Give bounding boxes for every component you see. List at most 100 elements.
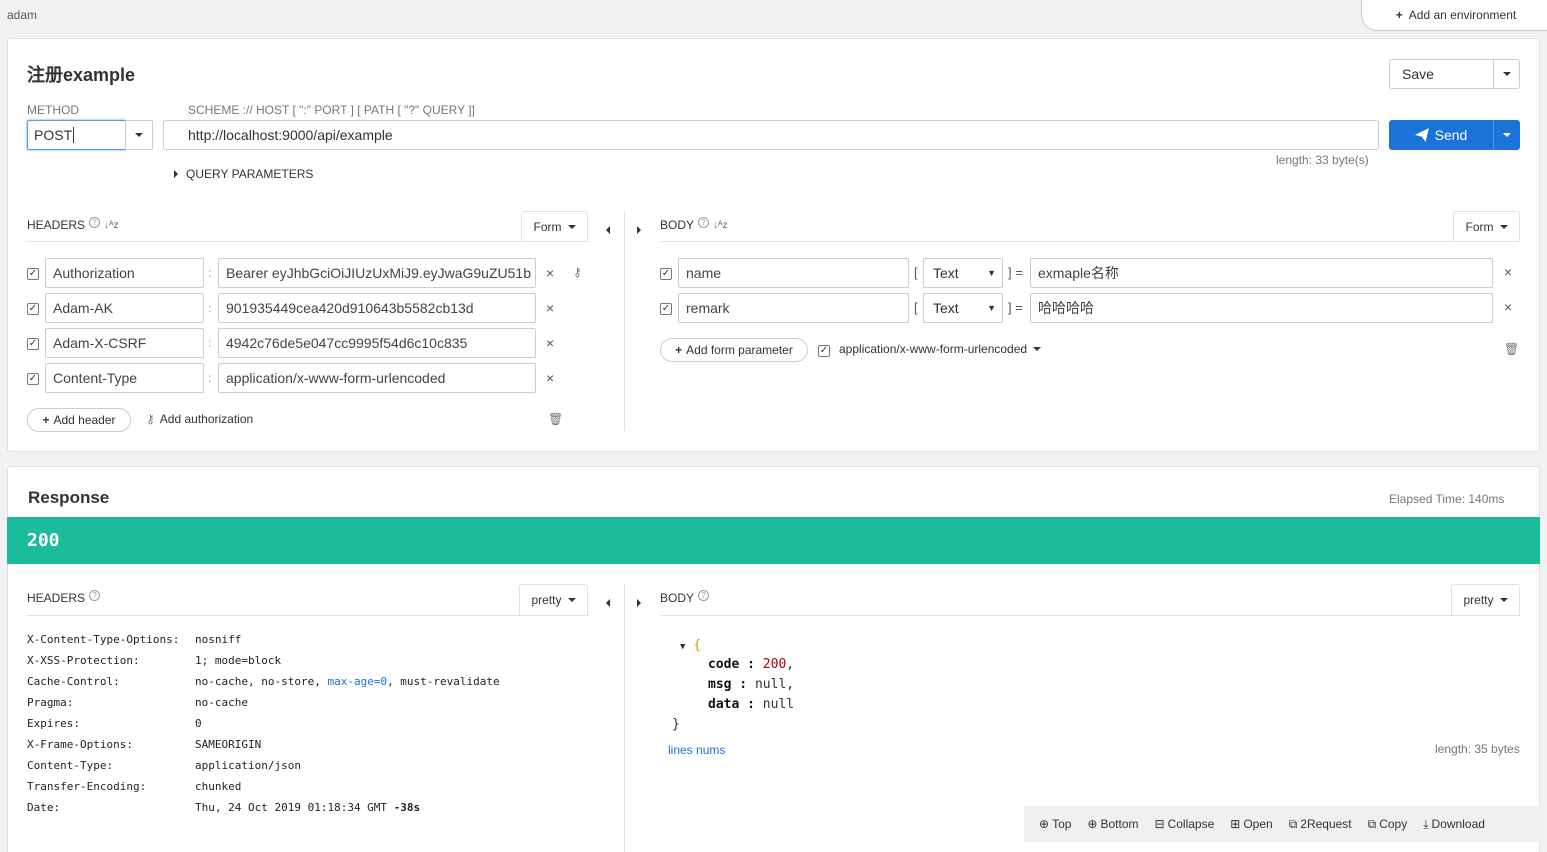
- param-type-select[interactable]: Text ▼: [923, 293, 1003, 323]
- query-parameters-toggle[interactable]: QUERY PARAMETERS: [174, 167, 313, 181]
- header-key-input[interactable]: Adam-X-CSRF: [45, 328, 204, 358]
- header-value: Thu, 24 Oct 2019 01:18:34 GMT -38s: [195, 801, 420, 814]
- header-key-input[interactable]: Authorization: [45, 258, 204, 288]
- add-header-button[interactable]: + Add header: [27, 408, 131, 432]
- remove-param-icon[interactable]: ×: [1504, 299, 1512, 315]
- divider: [624, 211, 625, 431]
- header-value-input[interactable]: 901935449cea420d910643b5582cb13d: [218, 293, 536, 323]
- content-type-checkbox[interactable]: ✓: [818, 345, 830, 357]
- header-value-input[interactable]: Bearer eyJhbGciOiJIUzUxMiJ9.eyJwaG9uZU51…: [218, 258, 536, 288]
- save-button[interactable]: Save: [1390, 60, 1493, 88]
- header-key-input[interactable]: Content-Type: [45, 363, 204, 393]
- header-value-part: no-cache, no-store,: [195, 675, 328, 688]
- header-key: X-XSS-Protection:: [27, 654, 140, 667]
- key-icon[interactable]: ⚷: [573, 265, 582, 279]
- collapse-left-button[interactable]: [606, 595, 610, 610]
- sort-icon[interactable]: ↓ᴬᴢ: [104, 220, 119, 231]
- param-enable-checkbox[interactable]: ✓: [660, 303, 672, 315]
- header-enable-checkbox[interactable]: ✓: [27, 373, 39, 385]
- header-value: nosniff: [195, 633, 242, 646]
- method-dropdown-toggle[interactable]: [125, 120, 153, 150]
- header-enable-checkbox[interactable]: ✓: [27, 303, 39, 315]
- help-icon[interactable]: ?: [89, 216, 101, 228]
- save-button-group[interactable]: Save: [1389, 59, 1520, 89]
- method-input[interactable]: POST: [27, 120, 126, 150]
- caret-right-icon: [174, 170, 178, 178]
- username-label: adam: [7, 8, 38, 22]
- header-value-input[interactable]: application/x-www-form-urlencoded: [218, 363, 536, 393]
- open-button[interactable]: ⊞ Open: [1230, 817, 1272, 831]
- sort-icon[interactable]: ↓ᴬᴢ: [713, 220, 728, 231]
- header-value-link[interactable]: max-age=0: [327, 675, 387, 688]
- collapse-button[interactable]: ⊟ Collapse: [1155, 817, 1215, 831]
- query-parameters-label: QUERY PARAMETERS: [186, 167, 314, 181]
- send-button[interactable]: Send: [1389, 120, 1493, 150]
- send-dropdown-toggle[interactable]: [1493, 120, 1520, 150]
- colon-separator: :: [208, 301, 212, 315]
- divider: [27, 615, 588, 616]
- chevron-down-icon: [567, 598, 576, 602]
- lines-nums-link[interactable]: lines nums: [668, 743, 725, 757]
- divider: [624, 584, 625, 852]
- help-icon[interactable]: ?: [698, 216, 710, 228]
- response-body-mode-dropdown[interactable]: pretty: [1451, 584, 1520, 615]
- header-key: Content-Type:: [27, 759, 114, 772]
- header-value-input[interactable]: 4942c76de5e047cc9995f54d6c10c835: [218, 328, 536, 358]
- send-button-group[interactable]: Send: [1389, 120, 1520, 150]
- url-input[interactable]: http://localhost:9000/api/example: [163, 120, 1379, 150]
- bottom-button[interactable]: ⊕ Bottom: [1087, 817, 1138, 831]
- param-key-input[interactable]: name: [678, 258, 909, 288]
- colon-separator: :: [208, 266, 212, 280]
- bracket-close-equals: ] =: [1008, 265, 1023, 280]
- collapse-left-button[interactable]: [606, 222, 610, 237]
- plus-square-icon: ⊞: [1230, 817, 1241, 831]
- download-label: Download: [1431, 817, 1485, 831]
- trash-icon[interactable]: 🗑: [1504, 342, 1519, 356]
- help-icon[interactable]: ?: [698, 589, 710, 601]
- divider: [660, 241, 1520, 242]
- param-type-value: Text: [933, 265, 959, 281]
- add-form-parameter-button[interactable]: + Add form parameter: [660, 338, 808, 362]
- body-mode-dropdown[interactable]: Form: [1453, 211, 1520, 242]
- collapse-json-icon[interactable]: ▼: [680, 642, 685, 652]
- header-key-input[interactable]: Adam-AK: [45, 293, 204, 323]
- collapse-right-button[interactable]: [637, 595, 641, 610]
- remove-header-icon[interactable]: ×: [546, 300, 554, 316]
- add-form-parameter-label: Add form parameter: [686, 343, 793, 357]
- content-type-label: application/x-www-form-urlencoded: [839, 342, 1028, 356]
- json-comma: ,: [786, 657, 795, 672]
- json-colon: :: [731, 677, 755, 692]
- remove-header-icon[interactable]: ×: [546, 370, 554, 386]
- param-value-input[interactable]: 哈哈哈哈: [1030, 293, 1493, 323]
- body-label: BODY: [660, 218, 695, 232]
- remove-header-icon[interactable]: ×: [546, 265, 554, 281]
- param-key-input[interactable]: remark: [678, 293, 909, 323]
- plus-icon: +: [1395, 8, 1403, 22]
- save-dropdown-toggle[interactable]: [1493, 60, 1519, 88]
- copy-button[interactable]: ⧉ Copy: [1368, 817, 1408, 832]
- response-toolbar: ⊕ Top ⊕ Bottom ⊟ Collapse ⊞ Open ⧉ 2Request ⧉…: [1024, 806, 1544, 842]
- param-value-input[interactable]: exmaple名称: [1030, 258, 1493, 288]
- chevron-down-icon: [567, 225, 576, 229]
- collapse-right-button[interactable]: [637, 222, 641, 237]
- remove-header-icon[interactable]: ×: [546, 335, 554, 351]
- headers-mode-dropdown[interactable]: Form: [521, 211, 588, 242]
- param-type-select[interactable]: Text ▼: [923, 258, 1003, 288]
- request-title: 注册example: [27, 65, 136, 85]
- trash-icon[interactable]: 🗑: [548, 412, 563, 426]
- help-icon[interactable]: ?: [89, 589, 101, 601]
- remove-param-icon[interactable]: ×: [1504, 264, 1512, 280]
- status-code: 200: [27, 530, 60, 551]
- body-length: length: 35 bytes: [1435, 742, 1520, 756]
- top-button[interactable]: ⊕ Top: [1039, 817, 1071, 831]
- add-authorization-link[interactable]: ⚷ Add authorization: [146, 412, 253, 426]
- download-button[interactable]: ⤓ Download: [1423, 817, 1485, 832]
- json-brace-close: }: [672, 717, 680, 732]
- content-type-dropdown[interactable]: application/x-www-form-urlencoded: [839, 342, 1042, 356]
- param-enable-checkbox[interactable]: ✓: [660, 268, 672, 280]
- response-headers-mode-dropdown[interactable]: pretty: [519, 584, 588, 615]
- add-environment-button[interactable]: + Add an environment: [1361, 0, 1547, 31]
- to-request-button[interactable]: ⧉ 2Request: [1289, 817, 1352, 832]
- header-enable-checkbox[interactable]: ✓: [27, 268, 39, 280]
- header-enable-checkbox[interactable]: ✓: [27, 338, 39, 350]
